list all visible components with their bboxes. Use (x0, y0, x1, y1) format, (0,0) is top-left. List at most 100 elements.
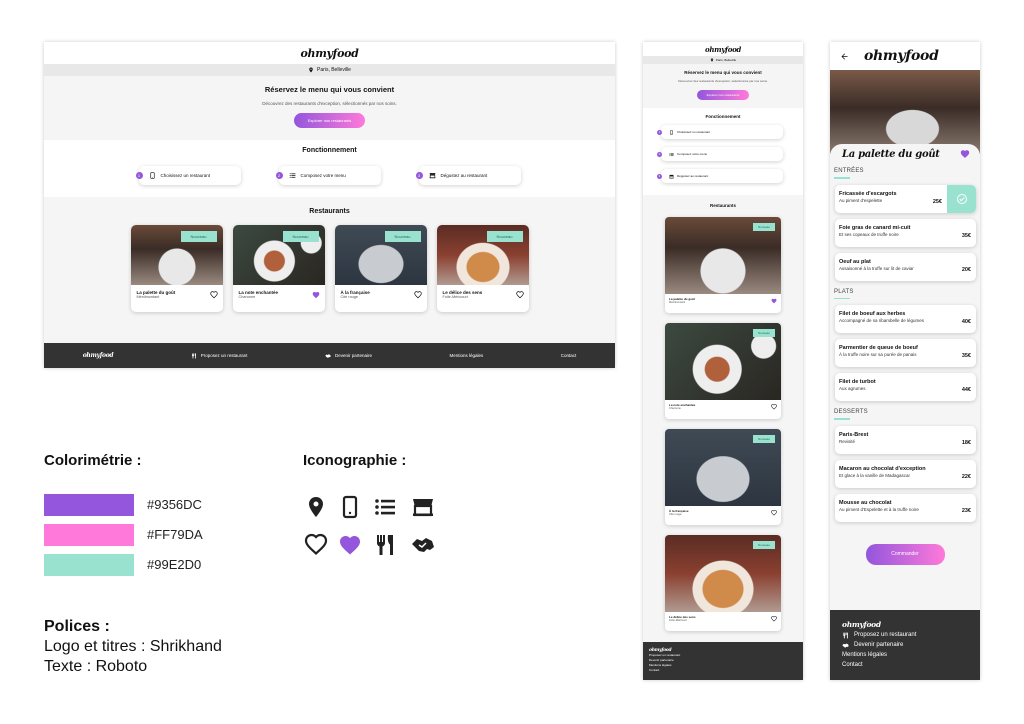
logo[interactable]: ohmyfood (705, 45, 741, 54)
explore-button[interactable]: Explorer nos restaurants (293, 113, 366, 128)
dish-item[interactable]: Macaron au chocolat d'exception Et glace … (835, 459, 976, 488)
handshake-icon (325, 353, 331, 359)
dish-item[interactable]: Filet de boeuf aux herbes Accompagné de s… (835, 305, 976, 333)
back-arrow-icon[interactable] (840, 52, 849, 61)
heart-filled-icon[interactable] (312, 291, 320, 299)
dish-item[interactable]: Mousse au chocolat Au piment d'Espelette … (835, 493, 976, 522)
restaurant-title-bar: La palette du goût (830, 144, 980, 164)
restaurants-section: Restaurants Nouveau La palette du goût Mé… (643, 195, 803, 631)
footer-contact-link[interactable]: Contact (842, 660, 968, 670)
dish-item[interactable]: Oeuf au plat Assaisonné à la truffe sur l… (835, 252, 976, 281)
heart-filled-icon[interactable] (960, 149, 970, 159)
step-label: Dégustez au restaurant (440, 173, 488, 178)
colors-title: Colorimétrie : (44, 452, 142, 469)
explore-button[interactable]: Explorer nos restaurants (696, 90, 750, 100)
restaurant-area: Ménilmontant (136, 295, 160, 299)
logo[interactable]: ohmyfood (864, 48, 939, 64)
section-label: DESSERTS (834, 409, 868, 415)
restaurant-photo: Nouveau (665, 535, 781, 612)
dish-price: 35€ (961, 232, 971, 239)
dish-item[interactable]: Filet de turbot Aux agrumes 44€ (835, 373, 976, 401)
footer-propose-link[interactable]: Proposez un restaurant (191, 353, 248, 359)
footer-legal-link[interactable]: Mentions légales (449, 353, 483, 358)
step-number: 3 (415, 172, 423, 179)
order-button[interactable]: Commander (865, 543, 945, 565)
restaurant-card[interactable]: Nouveau La palette du goût Ménilmontant (130, 225, 223, 312)
heart-outline-icon[interactable] (771, 404, 777, 410)
restaurant-card[interactable]: Nouveau Le délice des sens Folie-Méricour… (436, 225, 529, 312)
dish-name: Filet de boeuf aux herbes (839, 311, 906, 317)
restaurant-card[interactable]: Nouveau Le délice des sens Folie-Méricour… (665, 535, 781, 631)
utensils-icon (842, 632, 849, 639)
footer-propose-link[interactable]: Proposez un restaurant (842, 630, 968, 640)
selected-check (947, 184, 976, 213)
dish-price: 44€ (961, 387, 971, 393)
check-circle-icon (956, 193, 968, 205)
restaurant-area: Charonne (238, 295, 256, 299)
color-hex: #99E2D0 (147, 557, 202, 572)
location-bar: Paris, Belleville (44, 64, 615, 76)
footer: ohmyfood Proposez un restaurant Devenir … (44, 343, 615, 368)
step-label: Dégustez au restaurant (677, 174, 709, 178)
restaurant-card[interactable]: Nouveau La note enchantée Charonne (232, 225, 325, 312)
list-icon (669, 152, 674, 157)
restaurant-card[interactable]: Nouveau La note enchantée Charonne (665, 323, 781, 419)
footer-partner-link[interactable]: Devenir partenaire (325, 353, 372, 359)
new-badge: Nouveau (753, 223, 775, 231)
footer-partner-link[interactable]: Devenir partenaire (842, 640, 968, 650)
how-section: Fonctionnement 1 Choisissez un restaurant… (44, 140, 615, 197)
footer-propose-label: Proposez un restaurant (200, 353, 248, 358)
location-icon (710, 58, 714, 62)
dish-description: Assaisonné à la truffe sur lit de caviar (839, 265, 914, 271)
new-badge: Nouveau (486, 231, 523, 242)
dish-description: Accompagné de sa ribambelle de légumes (839, 318, 925, 323)
dish-item[interactable]: Paris-Brest Revisité 18€ (835, 425, 976, 454)
location-bar: Paris, Belleville (643, 56, 803, 64)
location-label: Paris, Belleville (317, 67, 351, 73)
new-badge: Nouveau (753, 541, 775, 549)
restaurant-photo: Nouveau (130, 225, 223, 285)
dish-item[interactable]: Fricassée d'escargots Au piment d'espelet… (835, 184, 976, 213)
location-icon (304, 495, 328, 519)
dish-description: Et glace à la vanille de Madagascar (839, 472, 911, 478)
step-number: 2 (657, 151, 662, 157)
heart-outline-icon[interactable] (771, 510, 777, 516)
handshake-icon (842, 642, 849, 649)
phone-menu-mockup: ohmyfood La palette du goût ENTRÉES Fric… (830, 42, 980, 680)
footer-legal-link[interactable]: Mentions légales (842, 650, 968, 660)
footer-contact-link[interactable]: Contact (561, 353, 577, 358)
step-label: Choisissez un restaurant (677, 130, 711, 134)
heart-outline-icon[interactable] (771, 616, 777, 622)
restaurant-card[interactable]: Nouveau À la française Cité rouge (334, 225, 427, 312)
restaurant-card[interactable]: Nouveau La palette du goût Ménilmontant (665, 217, 781, 313)
footer-partner-label: Devenir partenaire (335, 353, 373, 358)
heart-filled-icon (338, 533, 362, 557)
restaurant-banner-photo (830, 70, 980, 154)
heart-outline-icon[interactable] (414, 291, 422, 299)
logo[interactable]: ohmyfood (300, 47, 358, 60)
dish-item[interactable]: Foie gras de canard mi-cuit Et ses copeau… (835, 218, 976, 247)
restaurant-photo: Nouveau (436, 225, 529, 285)
dish-description: Au piment d'Espelette et à la truffe noi… (839, 506, 919, 512)
restaurant-title: La palette du goût (842, 148, 940, 160)
heart-outline-icon[interactable] (210, 291, 218, 299)
dish-item[interactable]: Parmentier de queue de boeuf À la truffe … (835, 339, 976, 367)
color-swatch-purple (44, 494, 134, 516)
restaurant-area: Cité rouge (669, 513, 682, 516)
footer-logo[interactable]: ohmyfood (842, 620, 968, 630)
footer-contact-link[interactable]: Contact (649, 668, 797, 673)
section-label: PLATS (834, 288, 854, 295)
restaurant-area: Ménilmontant (669, 301, 686, 304)
hero-title: Réservez le menu qui vous convient (684, 70, 762, 75)
restaurant-card[interactable]: Nouveau À la française Cité rouge (665, 429, 781, 525)
heart-filled-icon[interactable] (771, 298, 777, 304)
heart-outline-icon[interactable] (516, 291, 524, 299)
step-label: Choisissez un restaurant (160, 173, 211, 178)
fonts-logo-line: Logo et titres : Shrikhand (44, 638, 222, 655)
color-hex: #9356DC (147, 497, 202, 512)
dish-name: Macaron au chocolat d'exception (839, 465, 926, 472)
dish-price: 40€ (961, 319, 971, 325)
restaurant-area: Folie-Méricourt (442, 295, 468, 299)
new-badge: Nouveau (753, 329, 775, 337)
footer-logo[interactable]: ohmyfood (83, 352, 114, 359)
